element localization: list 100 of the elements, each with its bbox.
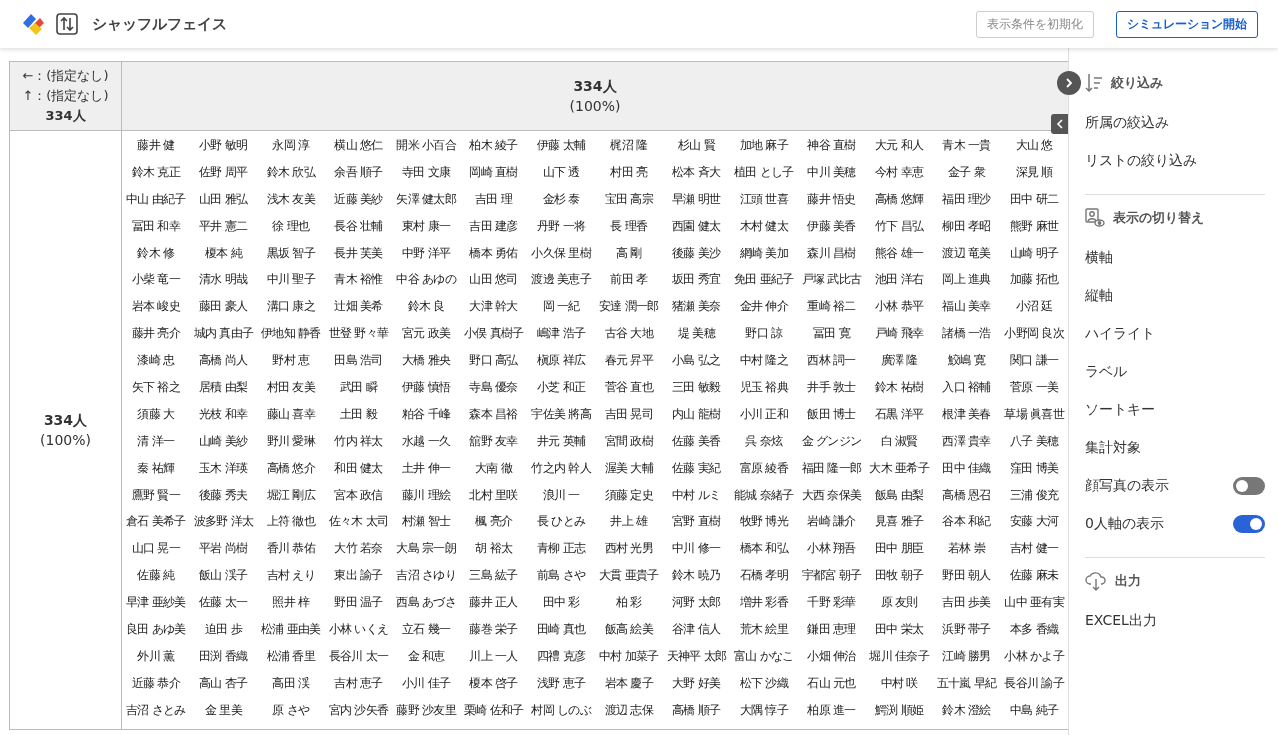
person-name[interactable]: 秦 祐輝 bbox=[137, 460, 175, 475]
person-name[interactable]: 福田 隆一郎 bbox=[801, 460, 862, 475]
person-name[interactable]: 寺島 優奈 bbox=[469, 380, 518, 394]
person-name[interactable]: 金井 伸介 bbox=[739, 299, 789, 314]
person-name[interactable]: 西澤 貴幸 bbox=[942, 433, 991, 448]
menu-item[interactable]: 集計対象 bbox=[1085, 439, 1141, 457]
person-name[interactable]: 藤井 悟史 bbox=[807, 191, 856, 206]
person-name[interactable]: 猪瀬 美奈 bbox=[672, 299, 721, 314]
person-name[interactable]: 中村 咲 bbox=[880, 675, 918, 690]
person-name[interactable]: 小俣 真樹子 bbox=[463, 326, 524, 341]
person-name[interactable]: 田中 研二 bbox=[1010, 191, 1059, 206]
person-name[interactable]: 入口 裕輔 bbox=[942, 380, 991, 394]
toggle-switch[interactable] bbox=[1233, 477, 1265, 495]
person-name[interactable]: 横山 悠仁 bbox=[334, 138, 383, 152]
person-name[interactable]: 森本 昌裕 bbox=[469, 406, 518, 421]
person-name[interactable]: 堀川 佳奈子 bbox=[869, 648, 929, 663]
person-name[interactable]: 高田 渓 bbox=[272, 675, 310, 690]
person-name[interactable]: 河野 太郎 bbox=[672, 595, 721, 610]
person-name[interactable]: 戸塚 武比古 bbox=[801, 272, 862, 287]
person-name[interactable]: 呉 奈炫 bbox=[745, 433, 783, 448]
person-name[interactable]: 池田 洋右 bbox=[874, 272, 924, 287]
person-name[interactable]: 倉石 美希子 bbox=[125, 514, 186, 529]
menu-item[interactable]: ソートキー bbox=[1085, 401, 1155, 419]
person-name[interactable]: 長井 芙美 bbox=[334, 245, 383, 260]
person-name[interactable]: 大橋 雅央 bbox=[401, 353, 451, 368]
person-name[interactable]: 鮫嶋 寛 bbox=[948, 353, 986, 368]
person-name[interactable]: 近藤 美紗 bbox=[334, 191, 383, 206]
person-name[interactable]: 小林 恭平 bbox=[874, 299, 924, 314]
person-name[interactable]: 竹下 昌弘 bbox=[874, 218, 924, 233]
person-name[interactable]: 廣澤 隆 bbox=[880, 353, 918, 368]
person-name[interactable]: 世登 野々華 bbox=[328, 326, 389, 341]
person-name[interactable]: 菅谷 直也 bbox=[604, 380, 653, 394]
person-name[interactable]: 近藤 恭介 bbox=[131, 675, 180, 690]
person-name[interactable]: 飯山 渓子 bbox=[199, 568, 248, 583]
person-name[interactable]: 田中 彩 bbox=[542, 595, 580, 610]
person-name[interactable]: 堤 美穂 bbox=[677, 326, 715, 341]
person-name[interactable]: 金杉 泰 bbox=[542, 191, 580, 206]
person-name[interactable]: 児玉 裕典 bbox=[739, 380, 789, 394]
person-name[interactable]: 清 洋一 bbox=[137, 433, 175, 448]
person-name[interactable]: 吉田 晃司 bbox=[604, 406, 653, 421]
person-name[interactable]: 渡邊 美恵子 bbox=[531, 272, 591, 287]
person-name[interactable]: 北村 里咲 bbox=[469, 487, 518, 502]
person-name[interactable]: 徐 理也 bbox=[272, 218, 310, 233]
person-name[interactable]: 高橋 順子 bbox=[672, 702, 721, 717]
person-name[interactable]: 浜野 帯子 bbox=[942, 622, 991, 637]
person-name[interactable]: 石山 元也 bbox=[807, 675, 856, 690]
person-name[interactable]: 藤山 喜幸 bbox=[266, 406, 316, 421]
person-name[interactable]: 野口 諒 bbox=[745, 326, 783, 341]
person-name[interactable]: 山田 悠司 bbox=[469, 272, 518, 287]
person-name[interactable]: 土田 毅 bbox=[340, 406, 377, 421]
person-name[interactable]: 和田 健太 bbox=[334, 460, 383, 475]
person-name[interactable]: 熊野 麻世 bbox=[1010, 218, 1059, 233]
person-name[interactable]: 中村 加菜子 bbox=[598, 648, 659, 663]
person-name[interactable]: 重崎 裕二 bbox=[807, 299, 856, 314]
person-name[interactable]: 宮野 直樹 bbox=[672, 514, 721, 529]
person-name[interactable]: 西島 あづさ bbox=[396, 595, 456, 610]
person-name[interactable]: 小川 正和 bbox=[739, 406, 789, 421]
person-name[interactable]: 山田 雅弘 bbox=[199, 191, 248, 206]
toggle-switch[interactable] bbox=[1233, 515, 1265, 533]
person-name[interactable]: 中谷 あゆの bbox=[396, 272, 456, 287]
person-name[interactable]: 山崎 明子 bbox=[1010, 245, 1059, 260]
person-name[interactable]: 大元 和人 bbox=[874, 138, 924, 152]
person-name[interactable]: 黒坂 智子 bbox=[266, 245, 316, 260]
person-name[interactable]: 中山 由紀子 bbox=[125, 191, 186, 206]
person-name[interactable]: 村田 友美 bbox=[266, 380, 316, 394]
person-name[interactable]: 金子 衆 bbox=[948, 164, 986, 179]
person-name[interactable]: 大貫 亜貴子 bbox=[598, 568, 659, 583]
person-name[interactable]: 前島 さや bbox=[537, 568, 586, 583]
person-name[interactable]: 大西 奈保美 bbox=[801, 487, 862, 502]
person-name[interactable]: 伊藤 太輔 bbox=[537, 138, 586, 152]
person-name[interactable]: 鈴木 欣弘 bbox=[266, 164, 316, 179]
person-name[interactable]: 照井 梓 bbox=[272, 595, 310, 610]
person-name[interactable]: 柏 彩 bbox=[615, 595, 642, 610]
person-name[interactable]: 野村 恵 bbox=[272, 353, 310, 368]
person-name[interactable]: 岡崎 直樹 bbox=[469, 164, 518, 179]
person-name[interactable]: 原 さや bbox=[272, 702, 310, 717]
person-name[interactable]: 諸橋 一浩 bbox=[942, 326, 991, 341]
person-name[interactable]: 谷本 和紀 bbox=[942, 514, 991, 529]
person-name[interactable]: 藤野 沙友里 bbox=[396, 702, 456, 717]
person-name[interactable]: 高山 杏子 bbox=[199, 675, 248, 690]
person-name[interactable]: 天神平 太郎 bbox=[666, 648, 727, 663]
menu-item[interactable]: EXCEL出力 bbox=[1085, 612, 1157, 630]
person-name[interactable]: 井元 英輔 bbox=[537, 433, 586, 448]
person-name[interactable]: 渡辺 竜美 bbox=[942, 245, 991, 260]
person-name[interactable]: 鈴木 祐樹 bbox=[874, 380, 924, 394]
person-name[interactable]: 田牧 朝子 bbox=[874, 568, 924, 583]
person-name[interactable]: 田渕 香織 bbox=[199, 648, 248, 663]
person-name[interactable]: 辻畑 美希 bbox=[334, 299, 383, 314]
person-name[interactable]: 西林 詞一 bbox=[807, 353, 856, 368]
person-name[interactable]: 伊藤 慎悟 bbox=[401, 380, 451, 394]
person-name[interactable]: 加地 麻子 bbox=[739, 138, 789, 152]
person-name[interactable]: 富原 綾香 bbox=[739, 460, 789, 475]
person-name[interactable]: 田中 朋臣 bbox=[874, 541, 924, 556]
person-name[interactable]: 吉沼 さゆり bbox=[396, 568, 456, 583]
person-name[interactable]: 福田 理沙 bbox=[942, 191, 991, 206]
person-name[interactable]: 神谷 直樹 bbox=[807, 138, 856, 152]
person-name[interactable]: 槇原 祥広 bbox=[537, 353, 586, 368]
person-name[interactable]: 木村 健太 bbox=[739, 218, 789, 233]
person-name[interactable]: 鷹野 賢一 bbox=[131, 487, 180, 502]
person-name[interactable]: 見喜 雅子 bbox=[874, 514, 924, 529]
